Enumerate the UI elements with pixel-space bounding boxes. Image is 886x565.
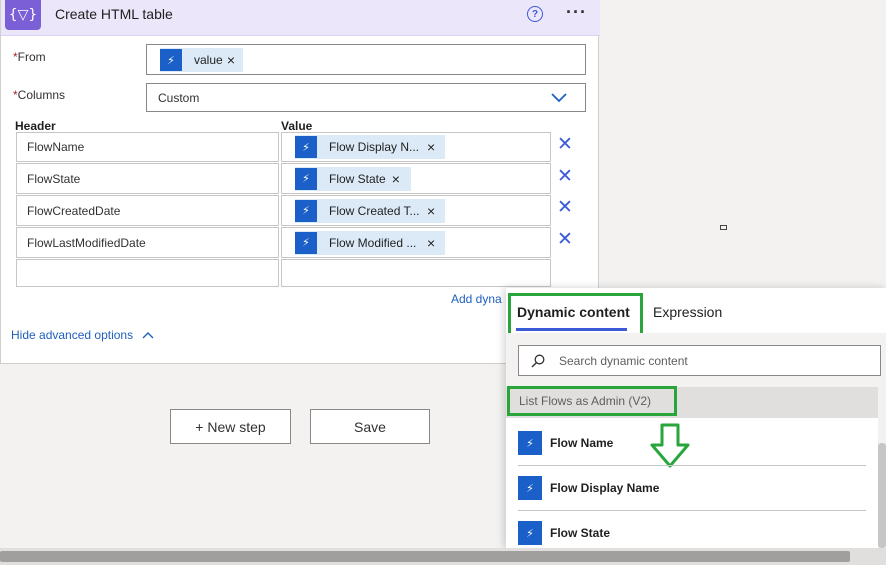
flow-admin-icon: ⚡ bbox=[160, 49, 182, 71]
value-cell-3[interactable]: ⚡ Flow Created T... × bbox=[281, 195, 551, 226]
add-dynamic-content-link[interactable]: Add dyna bbox=[451, 292, 502, 306]
value-token[interactable]: ⚡ value × bbox=[160, 48, 243, 72]
value-cell-2[interactable]: ⚡ Flow State × bbox=[281, 163, 551, 194]
chevron-up-icon bbox=[142, 332, 154, 339]
search-dynamic-content-input[interactable]: Search dynamic content bbox=[518, 345, 881, 376]
header-cell-2[interactable]: FlowState bbox=[16, 163, 279, 194]
flow-admin-icon: ⚡ bbox=[295, 136, 317, 158]
remove-token-icon[interactable]: × bbox=[427, 203, 435, 219]
token-label: Flow State bbox=[329, 171, 386, 186]
columns-value: Custom bbox=[158, 90, 200, 105]
scrollbar-thumb[interactable] bbox=[0, 551, 850, 562]
remove-token-icon[interactable]: × bbox=[392, 171, 400, 187]
more-options-icon[interactable]: ··· bbox=[566, 2, 587, 23]
arrow-down-icon bbox=[650, 423, 690, 468]
value-token[interactable]: ⚡ Flow Display N... × bbox=[295, 135, 445, 159]
flow-admin-icon: ⚡ bbox=[295, 231, 317, 254]
data-operation-icon: {▽} bbox=[5, 0, 41, 30]
header-cell-4[interactable]: FlowLastModifiedDate bbox=[16, 227, 279, 258]
hide-advanced-options-link[interactable]: Hide advanced options bbox=[11, 328, 154, 342]
search-icon bbox=[531, 354, 545, 367]
tab-dynamic-content[interactable]: Dynamic content bbox=[517, 304, 630, 320]
header-cell-empty[interactable] bbox=[16, 259, 279, 287]
token-label: Flow Created T... bbox=[329, 203, 420, 218]
card-header[interactable]: {▽} Create HTML table ? ··· bbox=[1, 0, 600, 36]
search-placeholder: Search dynamic content bbox=[559, 353, 688, 368]
token-label: Flow Modified ... bbox=[329, 235, 417, 250]
chevron-down-icon bbox=[551, 93, 567, 103]
flow-admin-icon: ⚡ bbox=[295, 167, 317, 190]
value-cell-4[interactable]: ⚡ Flow Modified ... × bbox=[281, 227, 551, 258]
remove-row-icon[interactable]: ✕ bbox=[557, 230, 573, 249]
value-column-title: Value bbox=[281, 119, 313, 133]
new-step-button[interactable]: + New step bbox=[170, 409, 291, 444]
columns-dropdown[interactable]: Custom bbox=[146, 83, 586, 112]
active-tab-underline bbox=[516, 328, 627, 331]
dynamic-item-flow-name[interactable]: ⚡ Flow Name bbox=[518, 431, 613, 455]
divider bbox=[518, 510, 866, 511]
value-token[interactable]: ⚡ Flow State × bbox=[295, 166, 411, 191]
remove-row-icon[interactable]: ✕ bbox=[557, 167, 573, 186]
remove-token-icon[interactable]: × bbox=[227, 52, 235, 68]
token-label: value bbox=[194, 53, 223, 67]
value-cell-empty[interactable] bbox=[281, 259, 551, 287]
flow-admin-icon: ⚡ bbox=[518, 476, 542, 500]
remove-token-icon[interactable]: × bbox=[427, 139, 435, 155]
from-label: *From bbox=[13, 50, 46, 64]
dynamic-content-panel: Dynamic content Expression Search dynami… bbox=[506, 288, 886, 548]
from-input[interactable]: ⚡ value × bbox=[146, 44, 586, 75]
value-cell-1[interactable]: ⚡ Flow Display N... × bbox=[281, 132, 551, 162]
flow-admin-icon: ⚡ bbox=[295, 199, 317, 222]
remove-row-icon[interactable]: ✕ bbox=[557, 135, 573, 154]
header-cell-3[interactable]: FlowCreatedDate bbox=[16, 195, 279, 226]
dynamic-item-flow-state[interactable]: ⚡ Flow State bbox=[518, 521, 610, 545]
canvas-marker-icon bbox=[720, 225, 727, 230]
divider bbox=[518, 465, 866, 466]
flow-admin-icon: ⚡ bbox=[518, 521, 542, 545]
help-icon[interactable]: ? bbox=[527, 6, 543, 22]
save-button[interactable]: Save bbox=[310, 409, 430, 444]
token-label: Flow Display N... bbox=[329, 140, 420, 154]
flow-admin-icon: ⚡ bbox=[518, 431, 542, 455]
value-token[interactable]: ⚡ Flow Modified ... × bbox=[295, 230, 445, 255]
action-title[interactable]: Create HTML table bbox=[55, 6, 173, 22]
panel-scrollbar[interactable] bbox=[878, 443, 886, 548]
header-cell-1[interactable]: FlowName bbox=[16, 132, 279, 162]
remove-token-icon[interactable]: × bbox=[427, 235, 435, 251]
columns-label: *Columns bbox=[13, 88, 66, 102]
remove-row-icon[interactable]: ✕ bbox=[557, 198, 573, 217]
value-token[interactable]: ⚡ Flow Created T... × bbox=[295, 198, 445, 223]
tab-expression[interactable]: Expression bbox=[653, 304, 722, 320]
group-label: List Flows as Admin (V2) bbox=[519, 394, 652, 408]
dynamic-item-flow-display-name[interactable]: ⚡ Flow Display Name bbox=[518, 476, 659, 500]
horizontal-scrollbar[interactable] bbox=[0, 548, 886, 565]
header-column-title: Header bbox=[15, 119, 56, 133]
